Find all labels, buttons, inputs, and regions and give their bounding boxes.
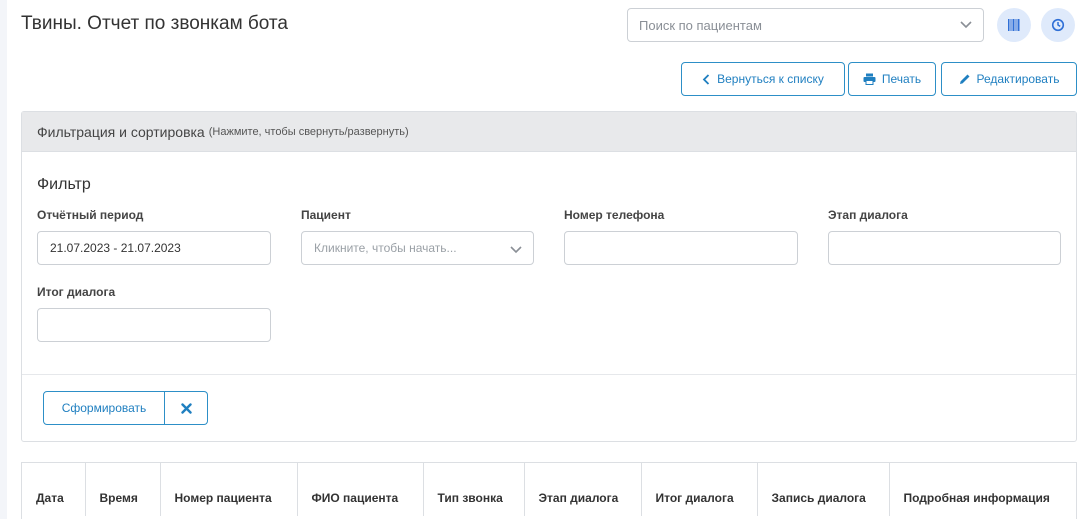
filter-panel-title: Фильтрация и сортировка xyxy=(37,123,205,140)
patient-select[interactable]: Кликните, чтобы начать... xyxy=(301,231,534,265)
chevron-down-icon xyxy=(510,246,522,254)
period-label: Отчётный период xyxy=(37,208,144,222)
period-value: 21.07.2023 - 21.07.2023 xyxy=(50,241,181,255)
chevron-down-icon xyxy=(960,21,972,29)
column-header-details[interactable]: Подробная информация xyxy=(889,463,1076,516)
column-header-dialog-record[interactable]: Запись диалога xyxy=(757,463,890,516)
filter-panel-hint: (Нажмите, чтобы свернуть/развернуть) xyxy=(208,125,409,138)
report-table: Дата Время Номер пациента ФИО пациента Т… xyxy=(21,462,1077,519)
column-header-dialog-stage[interactable]: Этап диалога xyxy=(524,463,642,516)
dialog-result-field[interactable] xyxy=(37,308,271,342)
filter-panel: Фильтрация и сортировка (Нажмите, чтобы … xyxy=(21,111,1077,442)
column-header-date[interactable]: Дата xyxy=(22,463,86,516)
clear-filter-button[interactable] xyxy=(165,391,208,425)
filter-section-title: Фильтр xyxy=(37,176,91,193)
dialog-stage-field[interactable] xyxy=(828,231,1061,265)
page-title: Твины. Отчет по звонкам бота xyxy=(21,13,288,34)
column-header-dialog-result[interactable]: Итог диалога xyxy=(641,463,758,516)
pencil-icon xyxy=(959,74,970,84)
print-button[interactable]: Печать xyxy=(848,62,936,96)
table-header-row: Дата Время Номер пациента ФИО пациента Т… xyxy=(22,463,1076,516)
patient-placeholder: Кликните, чтобы начать... xyxy=(314,241,457,255)
history-button[interactable] xyxy=(1041,8,1075,42)
edit-button[interactable]: Редактировать xyxy=(941,62,1077,96)
filter-actions: Сформировать xyxy=(43,391,208,425)
back-to-list-button[interactable]: Вернуться к списку xyxy=(681,62,845,96)
panel-divider xyxy=(22,374,1076,375)
barcode-icon xyxy=(1008,19,1020,31)
period-field[interactable]: 21.07.2023 - 21.07.2023 xyxy=(37,231,271,265)
page: Твины. Отчет по звонкам бота Поиск по па… xyxy=(7,0,1090,519)
phone-field[interactable] xyxy=(564,231,798,265)
back-to-list-label: Вернуться к списку xyxy=(717,72,824,86)
chevron-left-icon xyxy=(702,73,710,85)
dialog-stage-label: Этап диалога xyxy=(828,208,908,222)
clock-icon xyxy=(1051,18,1065,32)
print-icon xyxy=(863,73,876,85)
column-header-patient-phone[interactable]: Номер пациента xyxy=(160,463,298,516)
search-placeholder: Поиск по пациентам xyxy=(639,17,762,33)
barcode-button[interactable] xyxy=(997,8,1031,42)
patient-search-select[interactable]: Поиск по пациентам xyxy=(627,8,984,42)
column-header-patient-name[interactable]: ФИО пациента xyxy=(297,463,424,516)
edit-label: Редактировать xyxy=(976,72,1060,86)
column-header-time[interactable]: Время xyxy=(85,463,161,516)
phone-label: Номер телефона xyxy=(564,208,665,222)
dialog-result-label: Итог диалога xyxy=(37,285,116,299)
generate-report-button[interactable]: Сформировать xyxy=(43,391,165,425)
column-header-call-type[interactable]: Тип звонка xyxy=(423,463,525,516)
print-label: Печать xyxy=(881,72,922,86)
close-icon xyxy=(180,402,192,414)
filter-panel-header[interactable]: Фильтрация и сортировка (Нажмите, чтобы … xyxy=(22,112,1076,152)
patient-label: Пациент xyxy=(301,208,351,222)
